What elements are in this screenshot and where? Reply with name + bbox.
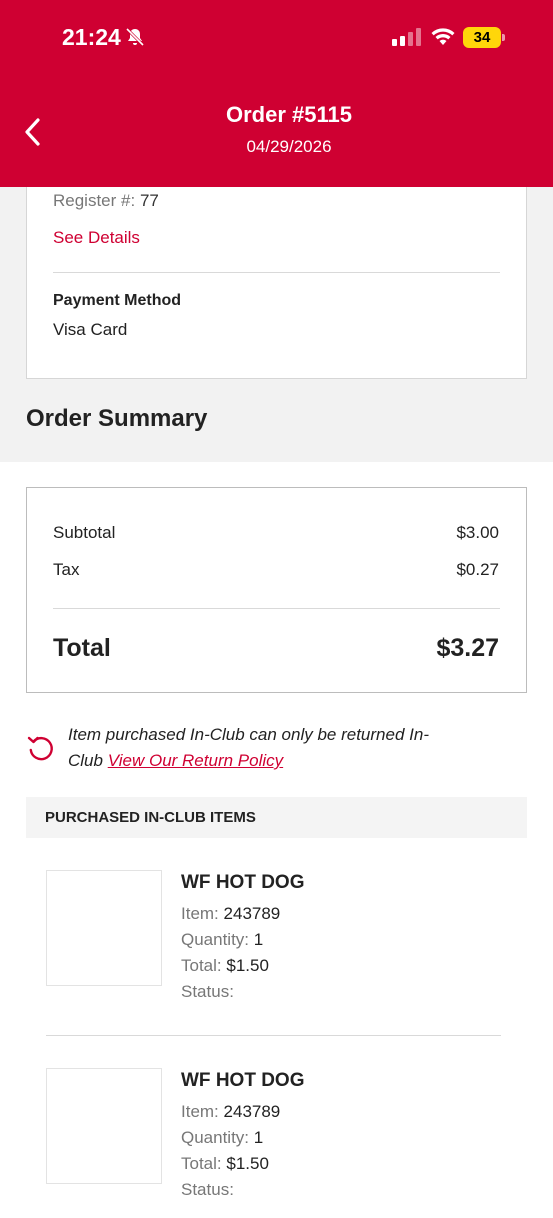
order-summary-heading: Order Summary (26, 405, 208, 432)
item-number: Item: 243789 (181, 1102, 280, 1122)
wifi-icon (431, 28, 455, 45)
item-number-label: Item: (181, 1102, 219, 1121)
divider (53, 272, 500, 273)
app-header: 21:24 34 Order #5115 04/29/2026 (0, 0, 553, 187)
bell-muted-icon (125, 27, 145, 47)
tax-value: $0.27 (456, 560, 499, 579)
list-item[interactable]: WF HOT DOG Item: 243789 Quantity: 1 Tota… (0, 1068, 553, 1218)
item-total-label: Total: (181, 956, 222, 975)
payment-method-value: Visa Card (53, 320, 128, 339)
purchased-items-heading: PURCHASED IN-CLUB ITEMS (45, 809, 256, 826)
item-status: Status: (181, 1180, 234, 1199)
subtotal-label: Subtotal (53, 523, 116, 542)
return-notice: Item purchased In-Club can only be retur… (68, 722, 448, 774)
status-time: 21:24 (62, 24, 121, 50)
divider (46, 1035, 501, 1036)
total-label: Total (53, 634, 111, 662)
order-date: 04/29/2026 (246, 137, 332, 156)
order-info-card (26, 187, 527, 379)
cellular-signal-icon (392, 28, 421, 46)
total-value: $3.27 (436, 634, 499, 662)
item-quantity: Quantity: 1 (181, 1128, 263, 1148)
item-total: Total: $1.50 (181, 956, 269, 976)
payment-method-label: Payment Method (53, 292, 182, 309)
item-name: WF HOT DOG (181, 872, 305, 893)
item-thumbnail (46, 870, 162, 986)
return-policy-link[interactable]: View Our Return Policy (108, 751, 283, 770)
item-number-value: 243789 (223, 1102, 281, 1121)
item-quantity-value: 1 (253, 930, 264, 949)
item-quantity-value: 1 (253, 1128, 264, 1147)
item-quantity-label: Quantity: (181, 930, 250, 949)
register-value: 77 (139, 191, 159, 210)
item-total-value: $1.50 (226, 1154, 269, 1173)
item-thumbnail (46, 1068, 162, 1184)
item-status: Status: (181, 982, 234, 1001)
list-item[interactable]: WF HOT DOG Item: 243789 Quantity: 1 Tota… (0, 870, 553, 1020)
return-icon (27, 736, 53, 761)
item-total-label: Total: (181, 1154, 222, 1173)
register-row: Register #: 77 (53, 191, 159, 211)
item-number-label: Item: (181, 904, 219, 923)
item-total: Total: $1.50 (181, 1154, 269, 1174)
item-name: WF HOT DOG (181, 1070, 305, 1091)
tax-label: Tax (53, 560, 80, 579)
subtotal-value: $3.00 (456, 523, 499, 542)
item-number: Item: 243789 (181, 904, 280, 924)
see-details-link[interactable]: See Details (53, 228, 140, 248)
item-quantity: Quantity: 1 (181, 930, 263, 950)
battery-cap (502, 34, 505, 41)
purchased-items-header: PURCHASED IN-CLUB ITEMS (26, 797, 527, 838)
item-quantity-label: Quantity: (181, 1128, 250, 1147)
item-total-value: $1.50 (226, 956, 269, 975)
page-title: Order #5115 (226, 102, 352, 127)
battery-level: 34 (463, 27, 501, 48)
battery-indicator: 34 (463, 27, 505, 48)
divider (53, 608, 500, 609)
register-label: Register #: (53, 191, 136, 210)
item-number-value: 243789 (223, 904, 281, 923)
